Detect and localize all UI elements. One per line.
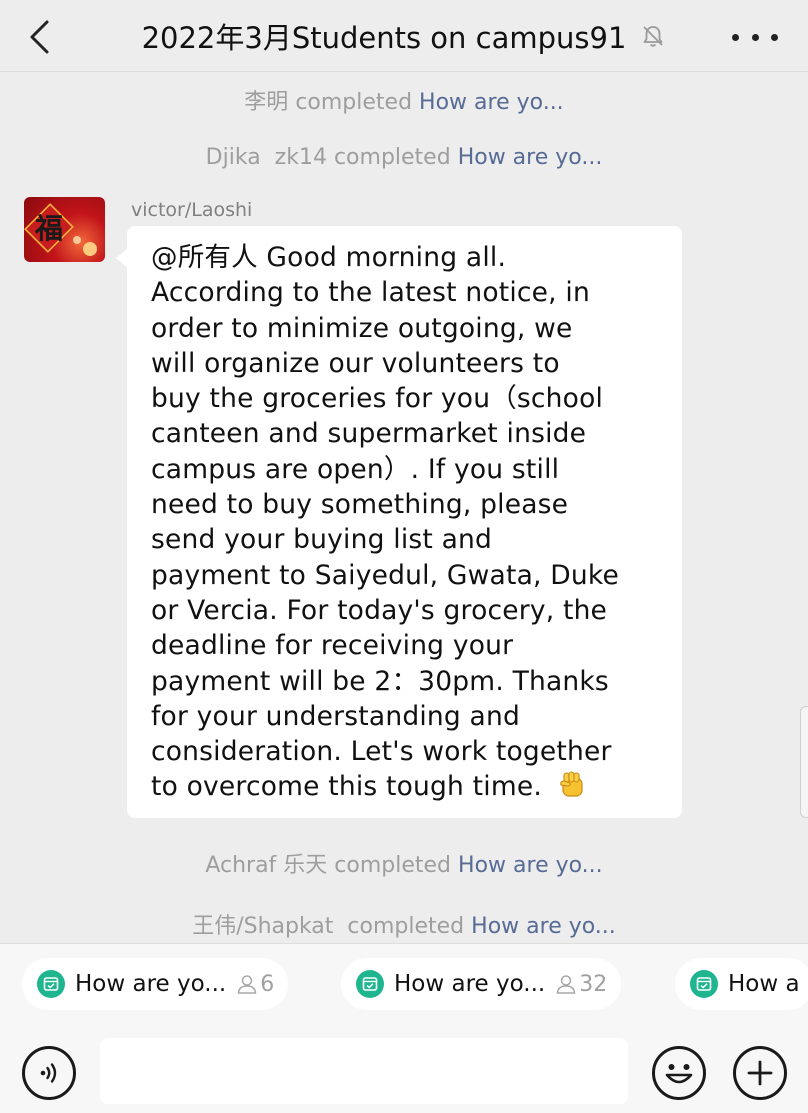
- avatar[interactable]: 福: [24, 197, 105, 262]
- notice-name: Djika zk14: [205, 145, 327, 170]
- voice-icon: [40, 1063, 57, 1083]
- bell-muted-icon: [640, 22, 668, 50]
- sender-name: victor/Laoshi: [131, 199, 253, 221]
- raised-fist-emoji: [559, 771, 583, 798]
- solitaire-chip[interactable]: How are yo... 32: [341, 958, 622, 1010]
- smiley-icon: [665, 1064, 693, 1084]
- plus-button[interactable]: [733, 1046, 787, 1100]
- avatar-decoration: [83, 242, 97, 256]
- solitaire-chip[interactable]: How are yo... 6: [22, 958, 289, 1010]
- notice-link[interactable]: How are yo...: [471, 914, 616, 939]
- notice-link[interactable]: How are yo...: [458, 145, 603, 170]
- more-dot: [751, 33, 759, 41]
- message-last-line: to overcome this tough time.: [151, 769, 662, 804]
- notice-name: Achraf 乐天: [205, 853, 328, 878]
- chip-count-value: 6: [260, 971, 275, 997]
- chat-title-wrap: 2022年3月Students on campus91: [110, 14, 700, 58]
- more-dot: [771, 33, 778, 41]
- chip-count: 32: [555, 972, 607, 997]
- message-line: will organize our volunteers to: [151, 347, 560, 379]
- bottom-panel: How are yo... 6 How are yo... 32 How a: [0, 943, 808, 1113]
- notice-name: 王伟/Shapkat: [192, 914, 341, 939]
- fu-character-avatar: 福: [34, 212, 63, 245]
- system-notice: Djika zk14 completed How are yo...: [0, 145, 808, 170]
- notice-action: completed: [347, 914, 465, 939]
- chip-label: How are yo...: [394, 971, 546, 997]
- message-input[interactable]: [100, 1038, 628, 1104]
- quick-chips: How are yo... 6 How are yo... 32 How a: [0, 958, 808, 1010]
- person-icon: [237, 975, 257, 994]
- message-line: or Vercia. For today's grocery, the: [151, 594, 608, 626]
- message-line: for your understanding and: [151, 700, 520, 732]
- solitaire-chip[interactable]: How a: [675, 958, 808, 1010]
- notice-link[interactable]: How are yo...: [419, 90, 564, 115]
- notice-name: 李明: [244, 90, 289, 115]
- message-line: campus are open）. If you still: [151, 453, 560, 485]
- message-line: @所有人 Good morning all.: [151, 242, 507, 273]
- chat-header: 2022年3月Students on campus91: [0, 0, 808, 72]
- system-notice: 王伟/Shapkat completed How are yo...: [0, 908, 808, 940]
- scroll-handle[interactable]: [800, 706, 808, 818]
- message-line: canteen and supermarket inside: [151, 418, 587, 450]
- emoji-button[interactable]: [652, 1046, 706, 1100]
- chip-count-value: 32: [579, 971, 608, 997]
- message-line: payment to Saiyedul, Gwata, Duke: [151, 559, 619, 591]
- back-button[interactable]: [22, 18, 56, 56]
- message-line: to overcome this tough time.: [151, 771, 542, 803]
- message-line: payment will be 2：30pm. Thanks: [151, 665, 609, 697]
- message-line: deadline for receiving your: [151, 630, 514, 662]
- notice-link[interactable]: How are yo...: [458, 853, 603, 878]
- system-notice: 李明 completed How are yo...: [0, 84, 808, 116]
- notice-action: completed: [333, 145, 451, 170]
- avatar-decoration: [73, 236, 81, 244]
- chip-count: 6: [236, 972, 274, 997]
- more-dot: [732, 33, 739, 41]
- chip-label: How are yo...: [75, 971, 227, 997]
- message-line: order to minimize outgoing, we: [151, 312, 573, 344]
- form-icon: [37, 970, 65, 998]
- plus-icon: [747, 1060, 773, 1086]
- chat-title: 2022年3月Students on campus91: [141, 21, 627, 55]
- message-line: send your buying list and: [151, 524, 493, 556]
- more-button[interactable]: [732, 22, 778, 52]
- chip-label: How a: [728, 971, 800, 997]
- notice-action: completed: [334, 853, 452, 878]
- message-line: buy the groceries for you（school: [151, 383, 604, 415]
- message-line: consideration. Let's work together: [151, 736, 612, 768]
- message-text: @所有人 Good morning all. According to the …: [151, 240, 662, 805]
- message-line: need to buy something, please: [151, 489, 569, 521]
- notice-action: completed: [295, 90, 413, 115]
- voice-button[interactable]: [22, 1046, 76, 1100]
- message-bubble[interactable]: @所有人 Good morning all. According to the …: [116, 226, 682, 818]
- chevron-left-icon: [30, 20, 49, 54]
- message-line: According to the latest notice, in: [151, 277, 590, 309]
- system-notice: Achraf 乐天 completed How are yo...: [0, 847, 808, 879]
- form-icon: [690, 970, 718, 998]
- person-icon: [556, 975, 576, 994]
- form-icon: [356, 970, 384, 998]
